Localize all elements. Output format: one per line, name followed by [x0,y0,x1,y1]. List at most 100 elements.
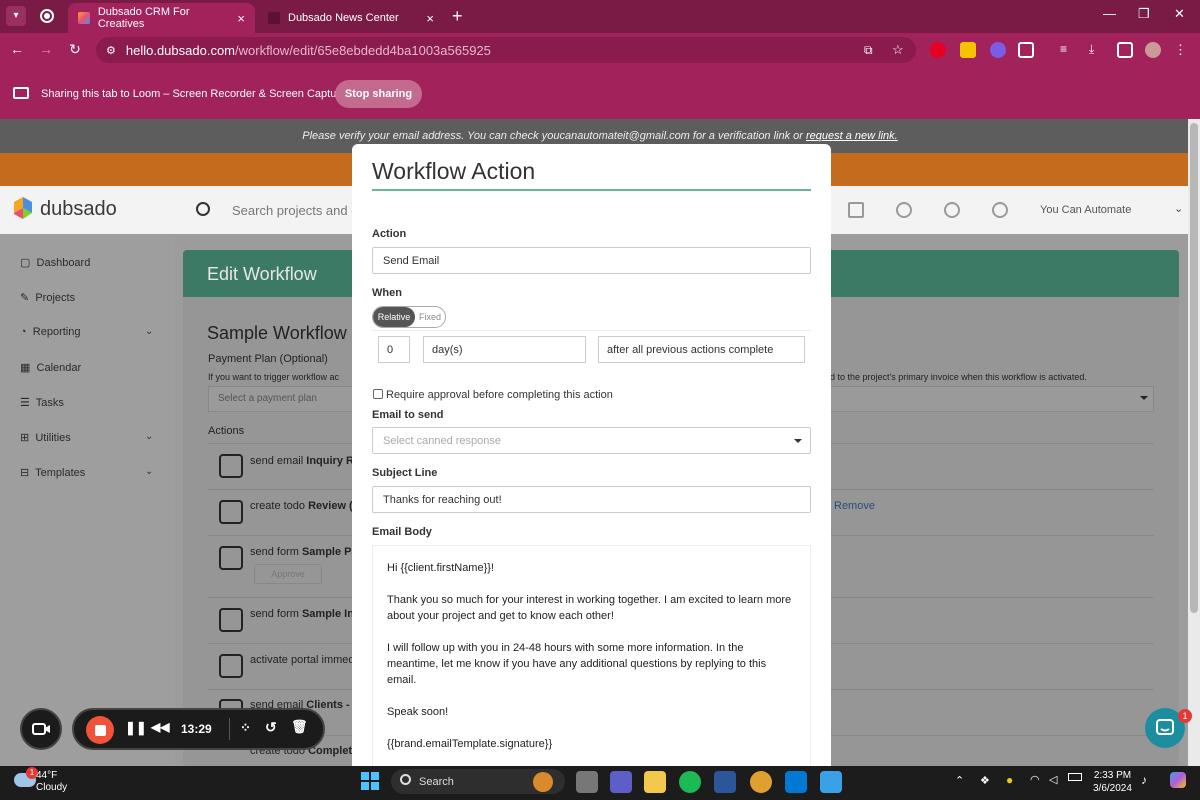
chevron-up-icon[interactable]: ⌃ [955,774,964,787]
word-icon[interactable] [714,771,736,793]
unit-select[interactable]: day(s) [423,336,586,363]
new-tab-icon[interactable]: + [452,6,463,27]
maximize-icon[interactable]: ❐ [1138,6,1150,22]
chevron-down-icon[interactable]: ⌄ [145,466,153,477]
canned-response-placeholder: Select canned response [383,434,502,447]
restart-icon[interactable]: ↺ [265,719,277,736]
copilot-icon[interactable] [1170,772,1186,788]
app-logo-text[interactable]: dubsado [40,198,117,221]
mail-icon[interactable] [848,202,864,218]
user-name[interactable]: You Can Automate [1040,204,1131,216]
pause-icon[interactable]: ❚❚ [125,720,147,736]
time: 2:33 PM [1093,770,1132,781]
cast-icon[interactable]: ⧉ [864,43,873,58]
sidebar-item-templates[interactable]: ⊟ Templates [20,466,85,479]
reload-icon[interactable]: ↻ [66,41,84,58]
url-field[interactable]: ⚙ hello.dubsado.com/workflow/edit/65e8eb… [96,37,916,63]
sidebar-item-projects[interactable]: ✎ Projects [20,291,75,304]
dropbox-icon[interactable]: ❖ [980,774,990,787]
notifications-bell-icon[interactable]: ♪ [1141,773,1147,787]
side-panel-icon[interactable] [1117,42,1133,58]
tab-dubsado-crm[interactable]: Dubsado CRM For Creatives × [68,3,255,33]
when-fixed-toggle[interactable]: Fixed [415,307,445,327]
wifi-icon[interactable]: ◠ [1030,773,1040,786]
taskbar-search[interactable]: Search [391,769,565,794]
payment-plan-hint-right: d to the project's primary invoice when … [830,372,1087,382]
chrome-icon[interactable] [750,771,772,793]
tab-close-icon[interactable]: × [426,11,434,26]
gear-icon[interactable] [944,202,960,218]
search-placeholder[interactable]: Search projects and c [232,203,358,218]
forward-icon[interactable]: → [37,41,55,57]
approve-button[interactable]: Approve [254,564,322,584]
speaker-icon[interactable]: ◁ [1049,773,1057,786]
battery-icon[interactable] [1068,773,1082,781]
subject-value: Thanks for reaching out! [383,493,502,506]
chevron-down-icon[interactable]: ⌄ [1174,202,1183,215]
canned-response-select[interactable]: Select canned response [372,427,811,454]
extension-purple-icon[interactable] [990,42,1006,58]
task-view-icon[interactable] [576,771,598,793]
require-approval-checkbox[interactable] [373,389,383,399]
sidebar-item-reporting[interactable]: ◔ Reporting [20,326,80,338]
action-checkbox[interactable] [219,454,243,478]
bookmark-star-icon[interactable]: ☆ [892,42,904,58]
spotify-icon[interactable] [679,771,701,793]
sidebar-item-tasks[interactable]: ☰ Tasks [20,396,64,409]
extensions-puzzle-icon[interactable] [1018,42,1034,58]
windows-start-icon[interactable] [360,771,380,791]
remove-link[interactable]: Remove [834,500,875,512]
email-body-label: Email Body [372,526,432,538]
amount-input[interactable]: 0 [378,336,410,363]
action-checkbox[interactable] [219,608,243,632]
profile-avatar[interactable] [1145,42,1161,58]
require-approval-label: Require approval before completing this … [386,389,613,401]
sidebar-item-calendar[interactable]: ▦ Calendar [20,361,81,374]
request-link[interactable]: request a new link. [806,130,898,142]
bell-icon[interactable] [896,202,912,218]
tab-close-icon[interactable]: × [237,11,245,26]
loom-camera-button[interactable] [20,708,62,750]
tab-search-button[interactable]: ▾ [6,6,26,26]
loom-stop-button[interactable] [86,716,114,744]
action-checkbox[interactable] [219,546,243,570]
stop-sharing-button[interactable]: Stop sharing [335,80,422,108]
clock[interactable]: 2:33 PM 3/6/2024 [1093,769,1132,795]
download-icon[interactable]: ⤓ [1089,42,1105,58]
action-select[interactable]: Send Email [372,247,811,274]
action-checkbox[interactable] [219,654,243,678]
rewind-icon[interactable]: ◀◀ [151,720,169,734]
chevron-down-icon[interactable]: ⌄ [145,326,153,337]
divider [229,718,230,740]
minimize-icon[interactable]: — [1103,6,1116,21]
media-control-icon[interactable]: ≡ [1060,42,1076,58]
tab-dubsado-news[interactable]: Dubsado News Center × [258,3,444,33]
teams-icon[interactable] [610,771,632,793]
scrollbar-thumb[interactable] [1190,123,1198,613]
calculator-icon[interactable] [820,771,842,793]
site-settings-icon[interactable]: ⚙ [106,44,116,57]
sidebar-item-utilities[interactable]: ⊞ Utilities [20,431,71,444]
chevron-down-icon[interactable] [1140,396,1148,400]
when-relative-toggle[interactable]: Relative [373,307,415,327]
email-body-editor[interactable]: Hi {{client.firstName}}! Thank you so mu… [372,545,811,766]
chevron-down-icon[interactable]: ⌄ [145,431,153,442]
draw-tools-icon[interactable]: ⁘ [240,720,251,736]
outlook-icon[interactable] [785,771,807,793]
trash-icon[interactable]: 🗑 [291,719,308,735]
trigger-select[interactable]: after all previous actions complete [598,336,805,363]
search-icon[interactable] [196,202,210,216]
back-icon[interactable]: ← [8,41,26,57]
help-icon[interactable] [992,202,1008,218]
file-explorer-icon[interactable] [644,771,666,793]
browser-menu-icon[interactable]: ⋮ [1174,42,1190,58]
pinterest-extension-icon[interactable] [930,42,946,58]
sidebar-item-dashboard[interactable]: ▢ Dashboard [20,256,90,269]
tab-title: Dubsado News Center [288,12,399,24]
action-checkbox[interactable] [219,500,243,524]
extension-yellow-icon[interactable] [960,42,976,58]
microphone-icon[interactable]: ● [1006,773,1013,787]
subject-input[interactable]: Thanks for reaching out! [372,486,811,513]
weather-widget[interactable]: 44°F Cloudy [36,770,67,794]
close-window-icon[interactable]: ✕ [1174,6,1185,22]
